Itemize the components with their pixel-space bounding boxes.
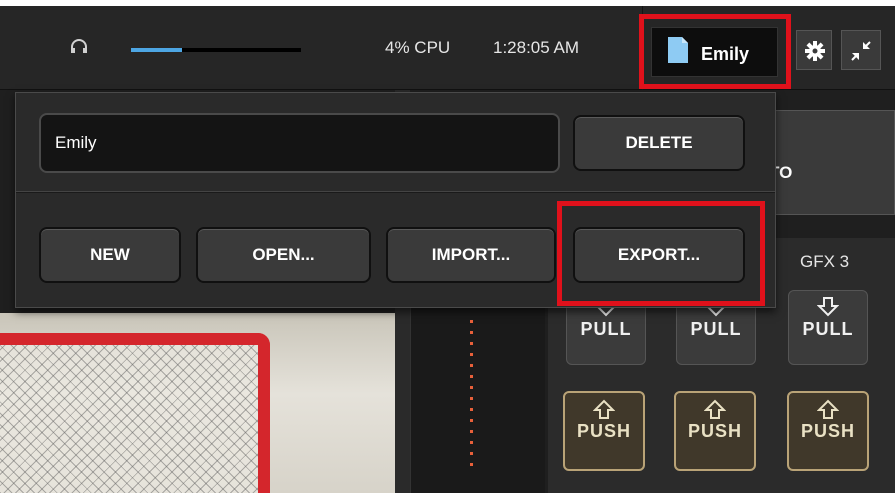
goal-net (0, 343, 265, 493)
arrow-down-icon (817, 297, 839, 317)
headphones-icon[interactable] (70, 38, 88, 54)
profile-name-input[interactable] (39, 113, 560, 173)
new-button[interactable]: NEW (39, 227, 181, 283)
arrow-up-icon (593, 399, 615, 419)
goal-crossbar (0, 333, 270, 345)
arrow-up-icon (704, 399, 726, 419)
pull-label: PULL (690, 319, 742, 339)
dotted-indicator (470, 320, 473, 470)
delete-button[interactable]: DELETE (573, 115, 745, 171)
collapse-icon (851, 41, 871, 61)
push-button[interactable]: PUSH (563, 391, 645, 471)
settings-button[interactable] (796, 30, 832, 70)
open-button[interactable]: OPEN... (196, 227, 371, 283)
transition-column (410, 300, 545, 493)
push-button[interactable]: PUSH (674, 391, 756, 471)
pull-label: PULL (580, 319, 632, 339)
push-button[interactable]: PUSH (787, 391, 869, 471)
volume-slider[interactable] (131, 48, 301, 52)
collapse-button[interactable] (841, 30, 881, 70)
divider (642, 6, 643, 90)
export-button[interactable]: EXPORT... (573, 227, 745, 283)
import-button[interactable]: IMPORT... (386, 227, 556, 283)
menu-divider (16, 191, 775, 193)
arrow-up-icon (817, 399, 839, 419)
cpu-usage: 4% CPU (385, 38, 451, 57)
pull-label: PULL (802, 319, 854, 339)
profile-menu: DELETE NEW OPEN... IMPORT... EXPORT... (15, 92, 776, 308)
pull-button[interactable]: PULL (788, 290, 868, 365)
profile-name: Emily (701, 44, 750, 64)
auto-button[interactable]: TO (760, 110, 895, 215)
push-label: PUSH (576, 421, 631, 441)
top-edge (0, 0, 895, 6)
document-icon (668, 37, 688, 63)
top-bar: 4% CPU 1:28:05 AM Emily (0, 0, 895, 90)
volume-fill (131, 48, 182, 52)
clock: 1:28:05 AM (493, 38, 580, 57)
push-label: PUSH (800, 421, 855, 441)
profile-button[interactable]: Emily (651, 27, 778, 77)
video-preview (0, 313, 395, 493)
gear-icon (805, 41, 825, 61)
gfx3-label: GFX 3 (800, 252, 850, 271)
goal-post (258, 333, 270, 493)
push-label: PUSH (687, 421, 742, 441)
